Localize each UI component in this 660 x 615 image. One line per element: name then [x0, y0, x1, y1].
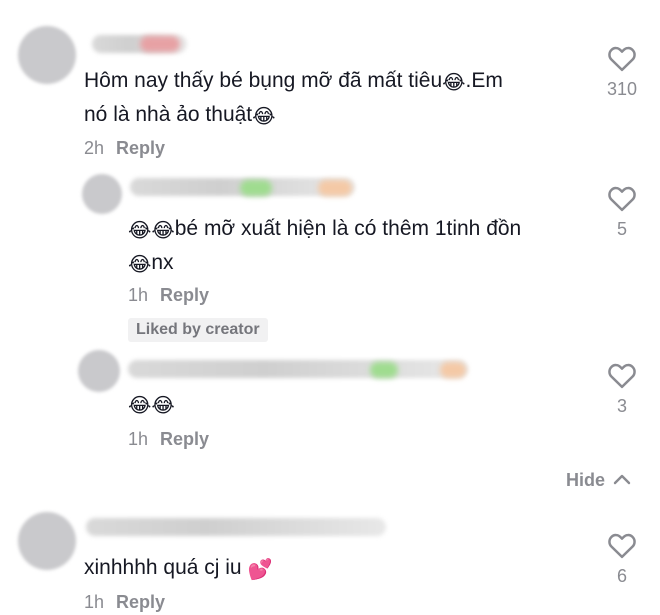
laughing-emoji-icon: 😂 — [128, 393, 152, 417]
reply-button[interactable]: Reply — [116, 138, 165, 158]
like-count: 3 — [616, 396, 627, 416]
laughing-emoji-icon: 😂 — [128, 218, 152, 242]
like-control[interactable]: 6 — [592, 531, 652, 587]
comment-meta: 1h Reply — [128, 284, 209, 306]
laughing-emoji-icon: 😂 — [252, 104, 276, 128]
comment-meta: 1h Reply — [128, 428, 209, 450]
like-control[interactable]: 310 — [592, 44, 652, 100]
like-count: 310 — [606, 79, 638, 99]
comment-text: 😂😂bé mỡ xuất hiện là có thêm 1tinh đồn — [128, 217, 522, 242]
two-hearts-emoji-icon: 💕 — [247, 557, 273, 581]
username-blurred-accent — [240, 180, 272, 196]
timestamp: 1h — [128, 285, 149, 305]
like-count: 6 — [616, 566, 627, 586]
reply-button[interactable]: Reply — [160, 285, 209, 305]
username-blurred[interactable] — [86, 518, 386, 536]
avatar[interactable] — [82, 174, 122, 214]
username-blurred-accent — [140, 36, 180, 52]
heart-icon[interactable] — [607, 531, 637, 559]
username-blurred-accent — [318, 180, 352, 196]
avatar[interactable] — [18, 512, 76, 570]
avatar[interactable] — [78, 350, 120, 392]
laughing-emoji-icon: 😂 — [151, 393, 175, 417]
reply-button[interactable]: Reply — [116, 592, 165, 612]
comment-text: Hôm nay thấy bé bụng mỡ đã mất tiêu😂.Em — [84, 69, 503, 94]
comment-text-line2: nó là nhà ảo thuật😂 — [84, 103, 276, 128]
hide-replies-button[interactable]: Hide — [566, 470, 631, 491]
heart-icon[interactable] — [607, 44, 637, 72]
heart-icon[interactable] — [607, 361, 637, 389]
username-blurred[interactable] — [128, 360, 468, 378]
chevron-up-icon — [613, 474, 631, 485]
hide-label: Hide — [566, 470, 606, 490]
comment-meta: 2h Reply — [84, 137, 165, 159]
timestamp: 1h — [128, 429, 149, 449]
avatar[interactable] — [18, 26, 76, 84]
like-count: 5 — [616, 219, 627, 239]
timestamp: 2h — [84, 138, 105, 158]
username-blurred-accent — [370, 362, 398, 378]
reply-button[interactable]: Reply — [160, 429, 209, 449]
laughing-emoji-icon: 😂 — [128, 252, 152, 276]
comment-text-line2: 😂nx — [128, 251, 174, 276]
like-control[interactable]: 3 — [592, 361, 652, 417]
comment-meta: 1h Reply — [84, 591, 165, 613]
laughing-emoji-icon: 😂 — [442, 70, 466, 94]
username-blurred-accent — [440, 362, 466, 378]
like-control[interactable]: 5 — [592, 184, 652, 240]
laughing-emoji-icon: 😂 — [151, 218, 175, 242]
comment-text: 😂😂 — [128, 386, 175, 422]
comment-text: xinhhhh quá cj iu 💕 — [84, 556, 273, 581]
timestamp: 1h — [84, 592, 105, 612]
liked-by-creator-badge: Liked by creator — [128, 318, 268, 342]
heart-icon[interactable] — [607, 184, 637, 212]
